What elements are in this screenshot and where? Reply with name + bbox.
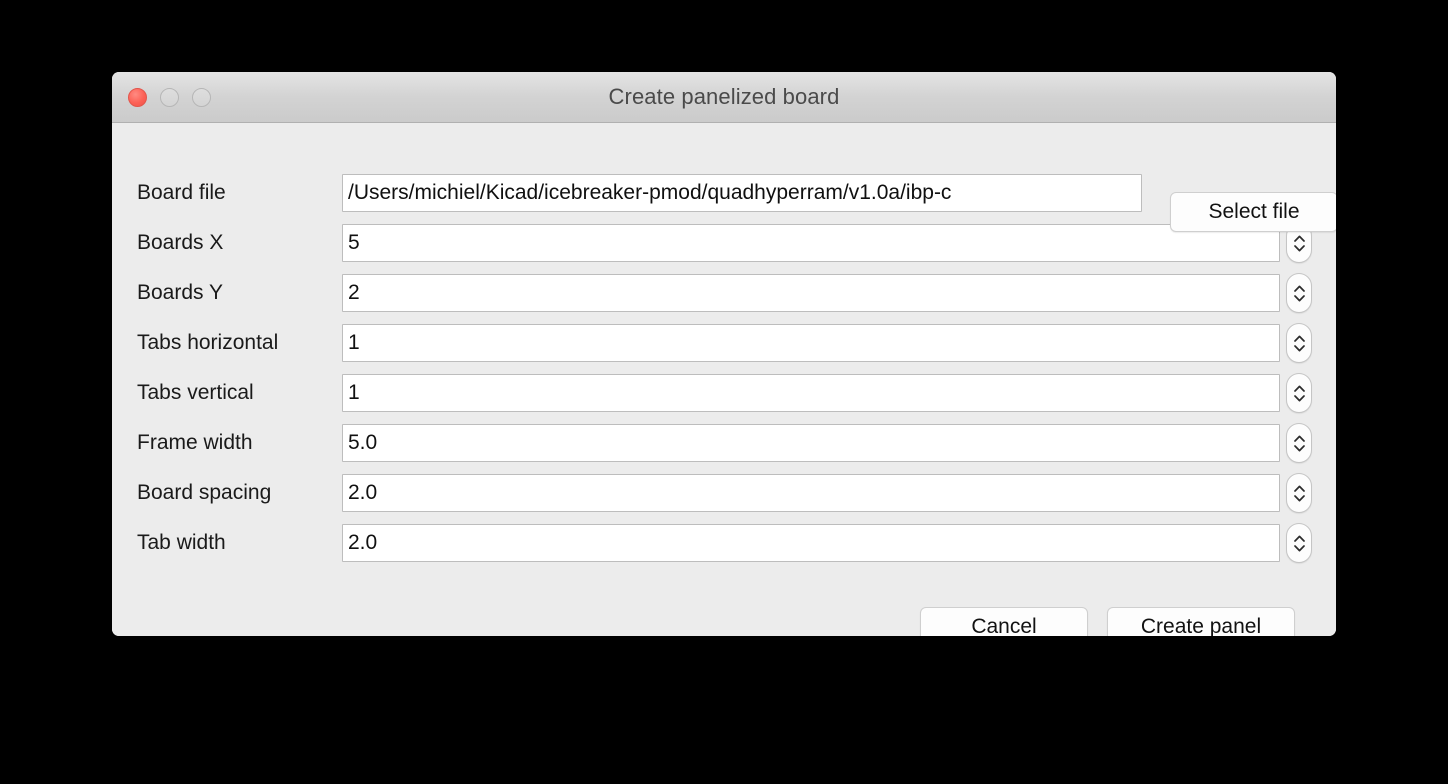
chevron-up-icon [1293, 485, 1305, 492]
chevron-up-icon [1293, 235, 1305, 242]
frame-width-stepper[interactable] [1286, 423, 1312, 463]
chevron-down-icon [1293, 394, 1305, 401]
chevron-up-icon [1293, 535, 1305, 542]
tab-width-stepper[interactable] [1286, 523, 1312, 563]
chevron-up-icon [1293, 385, 1305, 392]
close-button[interactable] [128, 87, 147, 107]
label-boards-y: Boards Y [137, 281, 223, 304]
tabs-horizontal-stepper[interactable] [1286, 323, 1312, 363]
chevron-down-icon [1293, 444, 1305, 451]
board-spacing-input[interactable]: 2.0 [342, 474, 1280, 512]
label-board-spacing: Board spacing [137, 481, 272, 504]
chevron-down-icon [1293, 244, 1305, 251]
label-board-file: Board file [137, 181, 226, 204]
create-panelized-board-dialog: Create panelized board Board file /Users… [112, 72, 1336, 636]
boards-y-input[interactable]: 2 [342, 274, 1280, 312]
tabs-horizontal-input[interactable]: 1 [342, 324, 1280, 362]
chevron-down-icon [1293, 344, 1305, 351]
form-row-board-spacing: Board spacing 2.0 [112, 471, 1336, 515]
form-row-board-file: Board file /Users/michiel/Kicad/icebreak… [112, 171, 1336, 215]
chevron-down-icon [1293, 544, 1305, 551]
label-tabs-horizontal: Tabs horizontal [137, 331, 279, 354]
form-row-tab-width: Tab width 2.0 [112, 521, 1336, 565]
create-panel-button[interactable]: Create panel [1107, 607, 1295, 636]
form-row-tabs-vertical: Tabs vertical 1 [112, 371, 1336, 415]
tabs-vertical-stepper[interactable] [1286, 373, 1312, 413]
window-title: Create panelized board [608, 84, 840, 109]
zoom-button[interactable] [192, 87, 211, 107]
select-file-button[interactable]: Select file [1170, 192, 1336, 232]
board-file-input[interactable]: /Users/michiel/Kicad/icebreaker-pmod/qua… [342, 174, 1142, 212]
tab-width-input[interactable]: 2.0 [342, 524, 1280, 562]
dialog-content: Board file /Users/michiel/Kicad/icebreak… [112, 123, 1336, 636]
chevron-up-icon [1293, 335, 1305, 342]
label-frame-width: Frame width [137, 431, 253, 454]
label-tabs-vertical: Tabs vertical [137, 381, 254, 404]
window-controls [128, 72, 211, 122]
window-title-bar: Create panelized board [112, 72, 1336, 123]
form-row-frame-width: Frame width 5.0 [112, 421, 1336, 465]
form-row-boards-x: Boards X 5 [112, 221, 1336, 265]
label-boards-x: Boards X [137, 231, 224, 254]
tabs-vertical-input[interactable]: 1 [342, 374, 1280, 412]
form-row-boards-y: Boards Y 2 [112, 271, 1336, 315]
frame-width-input[interactable]: 5.0 [342, 424, 1280, 462]
cancel-button[interactable]: Cancel [920, 607, 1088, 636]
label-tab-width: Tab width [137, 531, 226, 554]
board-spacing-stepper[interactable] [1286, 473, 1312, 513]
chevron-down-icon [1293, 294, 1305, 301]
chevron-up-icon [1293, 435, 1305, 442]
boards-x-input[interactable]: 5 [342, 224, 1280, 262]
minimize-button[interactable] [160, 87, 179, 107]
chevron-up-icon [1293, 285, 1305, 292]
form-row-tabs-horizontal: Tabs horizontal 1 [112, 321, 1336, 365]
boards-y-stepper[interactable] [1286, 273, 1312, 313]
chevron-down-icon [1293, 494, 1305, 501]
